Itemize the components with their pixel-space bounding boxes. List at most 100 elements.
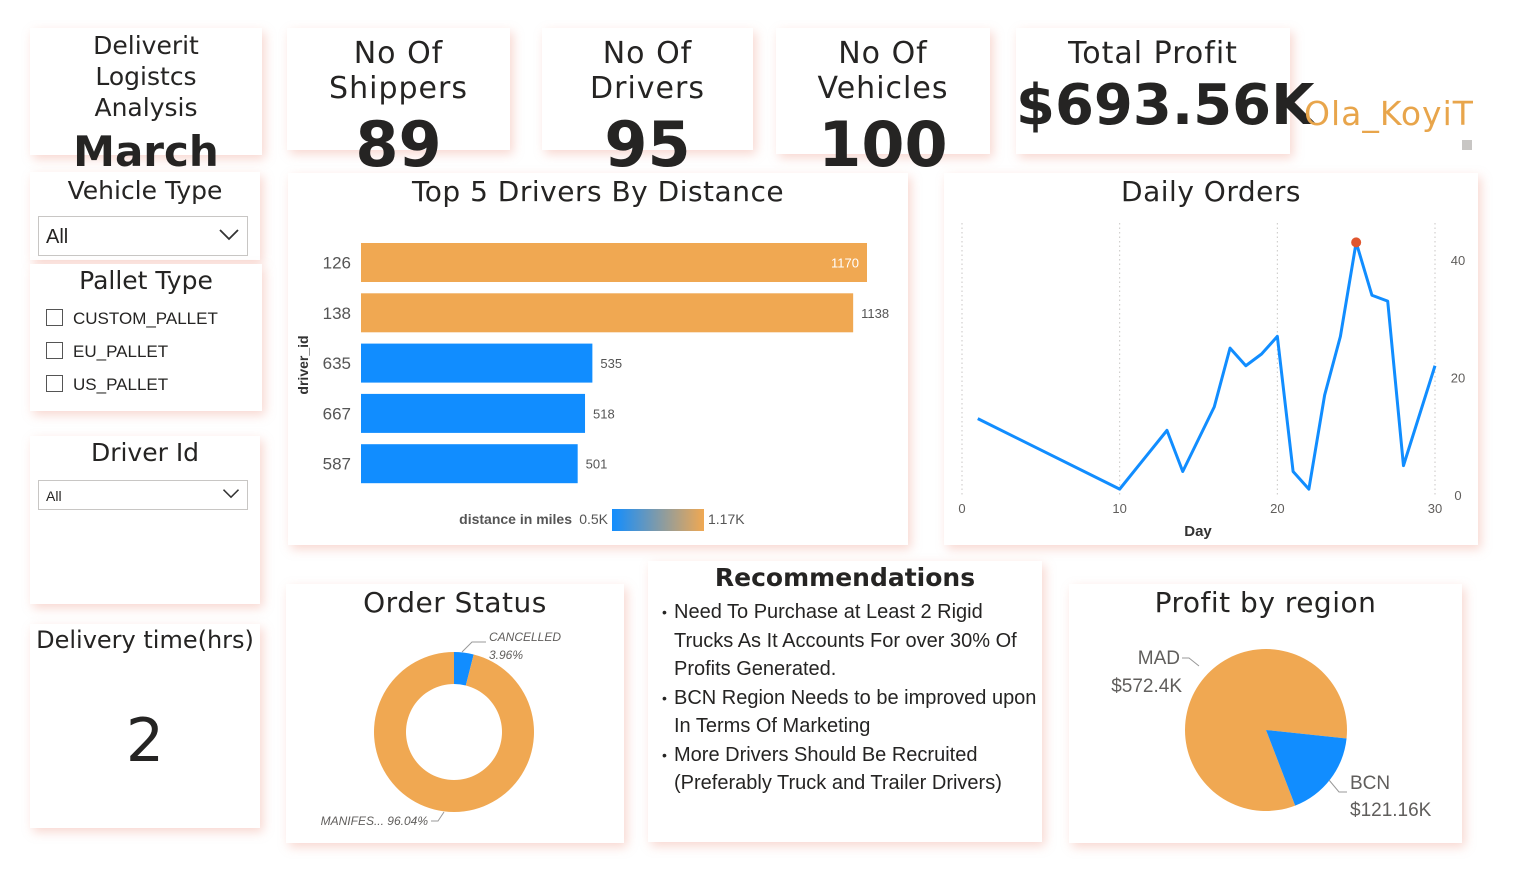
leader-line [461, 641, 486, 653]
series-line [977, 240, 1437, 491]
pallet-option-label: CUSTOM_PALLET [73, 309, 218, 328]
profit-region-visual[interactable]: Profit by region MAD $572.4K BCN $121.16K [1069, 584, 1462, 843]
kpi-profit-label: Total Profit [1068, 36, 1238, 71]
vehicle-type-slicer: Vehicle Type All [30, 172, 260, 260]
data-label: 1170 [831, 256, 859, 271]
slice-value: $572.4K [1111, 676, 1182, 697]
leader-line [431, 811, 445, 822]
recommendation-item: • More Drivers Should Be Recruited (Prefe… [662, 741, 1042, 798]
y-tick-label: 0 [1454, 488, 1461, 503]
recommendations-title: Recommendations [714, 563, 976, 592]
kpi-vehicles-value: 100 [818, 108, 948, 181]
kpi-shippers-label: No Of Shippers [329, 36, 468, 106]
bar [361, 343, 593, 383]
slice-label: BCN [1350, 773, 1390, 794]
y-tick-label: 587 [323, 455, 351, 474]
top-drivers-chart: driver_id 126 1170 138 1138 635 535 667 518 587 50… [295, 243, 889, 531]
y-axis-title: driver_id [295, 335, 311, 394]
kpi-vehicles-label: No Of Vehicles [817, 36, 949, 106]
delivery-time-label: Delivery time(hrs) [36, 626, 254, 654]
bullet-icon: • [662, 604, 667, 620]
pallet-type-slicer: Pallet Type CUSTOM_PALLET EU_PALLET US_P… [30, 264, 262, 411]
slice-value: $121.16K [1350, 800, 1432, 821]
data-label: 501 [586, 457, 608, 472]
y-tick-label: 126 [323, 254, 351, 273]
x-axis-title: Day [1184, 523, 1212, 540]
y-tick-label: 138 [323, 304, 351, 323]
vehicle-type-dropdown[interactable]: All [38, 216, 248, 256]
dashboard-title: Deliverit Logistcs Analysis [93, 31, 199, 122]
x-tick-label: 20 [1270, 501, 1284, 516]
y-tick-label: 20 [1451, 371, 1465, 386]
recommendation-item: • Need To Purchase at Least 2 Rigid Truck… [662, 598, 1042, 684]
data-label: 535 [600, 356, 622, 371]
order-status-chart: CANCELLED 3.96% MANIFES... 96.04% [321, 630, 562, 828]
profit-region-chart: MAD $572.4K BCN $121.16K [1111, 648, 1432, 821]
kpi-drivers-label: No Of Drivers [590, 36, 705, 106]
vehicle-type-title: Vehicle Type [67, 176, 223, 205]
pallet-option-us[interactable]: US_PALLET [46, 375, 168, 395]
leader-line [1328, 779, 1347, 793]
slice-label: CANCELLED [489, 630, 561, 644]
kpi-shippers-value: 89 [355, 108, 442, 181]
chevron-down-icon [222, 489, 240, 499]
pallet-option-label: EU_PALLET [73, 342, 169, 361]
scroll-handle[interactable] [1462, 140, 1472, 150]
data-label: 518 [593, 406, 615, 421]
legend-max: 1.17K [708, 511, 745, 527]
pallet-option-eu[interactable]: EU_PALLET [46, 342, 168, 362]
chevron-down-icon [219, 229, 239, 241]
author-tag: Ola_KoyiT [1304, 94, 1474, 133]
kpi-drivers-card: No Of Drivers 95 [542, 28, 753, 181]
driver-id-title: Driver Id [90, 438, 200, 467]
x-tick-label: 30 [1428, 501, 1442, 516]
slice-label: MAD [1138, 648, 1180, 669]
kpi-drivers-value: 95 [604, 108, 691, 181]
donut-slice [373, 652, 534, 812]
kpi-shippers-card: No Of Shippers 89 [287, 28, 510, 181]
vehicle-type-value: All [46, 226, 69, 248]
recommendations-list: • Need To Purchase at Least 2 Rigid Truck… [648, 598, 1042, 798]
bar [361, 444, 578, 484]
order-status-visual[interactable]: Order Status CANCELLED 3.96% MANIFES... 96… [286, 584, 624, 843]
kpi-profit-value: $693.56K [1016, 73, 1315, 138]
legend-gradient-bar [612, 509, 704, 531]
bar [361, 243, 867, 282]
bullet-icon: • [662, 746, 667, 763]
recommendations-card: Recommendations • Need To Purchase at Lea… [648, 561, 1042, 842]
x-tick-label: 0 [958, 501, 965, 516]
y-tick-label: 40 [1451, 253, 1465, 268]
leader-line [1182, 657, 1200, 667]
bar [361, 293, 854, 333]
x-tick-label: 10 [1112, 501, 1126, 516]
daily-orders-chart: 0 10 20 30 0 20 40 Day [958, 223, 1465, 540]
y-tick-label: 635 [323, 354, 351, 373]
legend-min: 0.5K [579, 511, 608, 527]
bullet-icon: • [662, 689, 667, 706]
checkbox-icon [46, 375, 63, 392]
max-point-marker [1351, 237, 1362, 248]
checkbox-icon [46, 309, 63, 326]
slice-value: 3.96% [489, 648, 523, 662]
slice-label: MANIFES... 96.04% [321, 814, 429, 828]
y-tick-label: 667 [323, 404, 351, 423]
checkbox-icon [46, 342, 63, 359]
top-drivers-title: Top 5 Drivers By Distance [411, 175, 785, 208]
month-label: March [73, 127, 219, 176]
kpi-vehicles-card: No Of Vehicles 100 [776, 28, 990, 181]
data-label: 1138 [861, 306, 889, 321]
driver-id-dropdown[interactable]: All [38, 480, 248, 510]
legend-title: distance in miles [459, 511, 572, 527]
kpi-profit-card: Total Profit $693.56K [1016, 28, 1315, 154]
title-card: Deliverit Logistcs Analysis March [30, 28, 262, 176]
driver-id-slicer: Driver Id All [30, 436, 260, 604]
driver-id-value: All [46, 488, 62, 504]
top-drivers-visual[interactable]: Top 5 Drivers By Distance driver_id 126 11… [288, 173, 908, 545]
pallet-type-title: Pallet Type [79, 266, 213, 295]
delivery-time-value: 2 [125, 706, 165, 776]
daily-orders-visual[interactable]: Daily Orders 0 10 20 30 0 20 40 Day [944, 173, 1478, 545]
delivery-time-card: Delivery time(hrs) 2 [30, 624, 260, 828]
bar [361, 393, 586, 433]
recommendation-item: • BCN Region Needs to be improved upon In… [662, 684, 1042, 741]
pallet-option-custom[interactable]: CUSTOM_PALLET [46, 309, 218, 329]
